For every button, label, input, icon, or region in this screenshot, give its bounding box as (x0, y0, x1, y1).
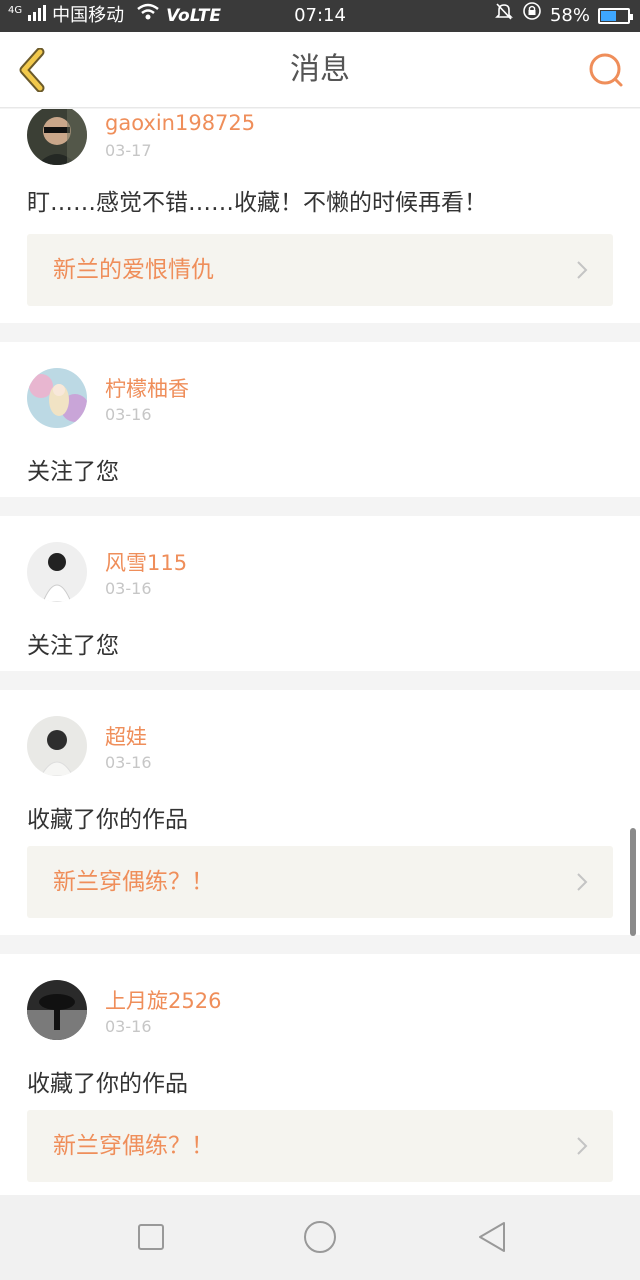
page-title: 消息 (290, 52, 350, 87)
recents-button[interactable] (129, 1215, 173, 1259)
work-link-title: 新兰穿偶练？！ (53, 1133, 214, 1159)
avatar[interactable] (27, 368, 87, 428)
scrollbar[interactable] (630, 828, 636, 936)
message-text: 关注了您 (27, 633, 119, 659)
screen: 4G 中国移动 VoLTE 07:14 58% 消息 gaoxin198725 … (0, 0, 640, 1280)
avatar[interactable] (27, 109, 87, 165)
message-card: 超娃 03-16 收藏了你的作品 新兰穿偶练？！ (0, 690, 640, 935)
message-card: 风雪115 03-16 关注了您 (0, 516, 640, 671)
username[interactable]: 上月旋2526 (105, 985, 221, 1015)
message-card: 上月旋2526 03-16 收藏了你的作品 新兰穿偶练？！ (0, 954, 640, 1195)
triangle-back-icon (479, 1222, 505, 1252)
work-link-title: 新兰的爱恨情仇 (53, 257, 214, 283)
home-button[interactable] (298, 1215, 342, 1259)
work-link[interactable]: 新兰的爱恨情仇 (27, 234, 613, 306)
search-icon (589, 53, 623, 87)
square-icon (138, 1224, 164, 1250)
work-link[interactable]: 新兰穿偶练？！ (27, 846, 613, 918)
message-text: 盯……感觉不错……收藏！不懒的时候再看！ (27, 190, 487, 216)
avatar[interactable] (27, 542, 87, 602)
username[interactable]: gaoxin198725 (105, 111, 255, 135)
avatar[interactable] (27, 716, 87, 776)
message-date: 03-16 (105, 753, 152, 772)
username[interactable]: 超娃 (105, 721, 147, 751)
message-card: 柠檬柚香 03-16 关注了您 (0, 342, 640, 497)
battery-fill (601, 11, 617, 21)
rotation-lock-icon (522, 0, 542, 32)
chevron-right-icon (577, 873, 588, 891)
message-date: 03-17 (105, 141, 152, 160)
system-back-button[interactable] (470, 1215, 514, 1259)
mute-bell-icon (494, 0, 514, 32)
avatar[interactable] (27, 980, 87, 1040)
chevron-right-icon (577, 1137, 588, 1155)
battery-icon (598, 8, 633, 24)
battery-percent: 58% (549, 5, 590, 26)
username[interactable]: 风雪115 (105, 547, 187, 577)
search-button[interactable] (586, 50, 626, 90)
chevron-right-icon (577, 261, 588, 279)
work-link-title: 新兰穿偶练？！ (53, 869, 214, 895)
message-date: 03-16 (105, 1017, 152, 1036)
message-text: 关注了您 (27, 459, 119, 485)
system-nav-bar (0, 1195, 640, 1280)
status-bar: 4G 中国移动 VoLTE 07:14 58% (0, 0, 640, 32)
message-text: 收藏了你的作品 (27, 1071, 188, 1097)
circle-icon (304, 1221, 336, 1253)
message-text: 收藏了你的作品 (27, 807, 188, 833)
work-link[interactable]: 新兰穿偶练？！ (27, 1110, 613, 1182)
message-date: 03-16 (105, 405, 152, 424)
message-list[interactable]: gaoxin198725 03-17 盯……感觉不错……收藏！不懒的时候再看！ … (0, 109, 640, 1195)
top-app-bar: 消息 (0, 32, 640, 108)
status-right: 58% (494, 0, 633, 32)
message-date: 03-16 (105, 579, 152, 598)
username[interactable]: 柠檬柚香 (105, 373, 189, 403)
message-card: gaoxin198725 03-17 盯……感觉不错……收藏！不懒的时候再看！ … (0, 109, 640, 323)
